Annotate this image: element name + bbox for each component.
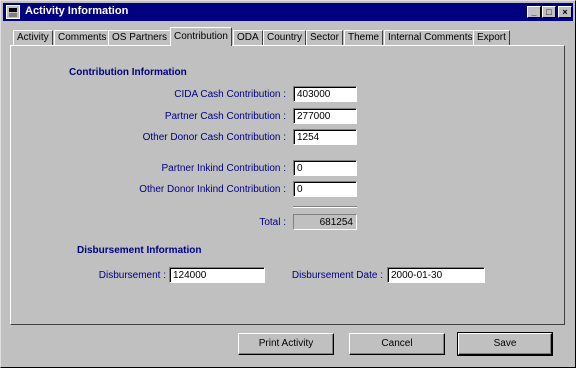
tab-oda[interactable]: ODA [233,30,263,45]
partner-cash-label: Partner Cash Contribution : [164,111,286,122]
tab-os-partners[interactable]: OS Partners [108,30,172,45]
window-title: Activity Information [25,5,129,17]
tab-internal-comments[interactable]: Internal Comments [384,30,477,45]
disbursement-section-title: Disbursement Information [77,245,202,256]
print-activity-button[interactable]: Print Activity [238,333,334,355]
total-label: Total : [259,217,286,228]
disbursement-date-input[interactable]: 2000-01-30 [387,267,485,283]
title-bar[interactable]: Activity Information _ □ × [3,3,573,21]
total-value: 681254 [293,214,357,230]
other-donor-inkind-input[interactable]: 0 [293,181,357,197]
save-button[interactable]: Save [457,332,553,356]
tab-activity[interactable]: Activity [13,30,53,45]
tab-theme[interactable]: Theme [344,30,384,45]
partner-inkind-label: Partner Inkind Contribution : [161,163,286,174]
tab-country[interactable]: Country [263,30,307,45]
cancel-button[interactable]: Cancel [349,333,445,355]
contribution-panel: Contribution Information CIDA Cash Contr… [10,45,565,325]
activity-information-window: Activity Information _ □ × Activity Comm… [0,0,576,368]
contribution-section-title: Contribution Information [69,67,187,78]
partner-inkind-input[interactable]: 0 [293,160,357,176]
other-donor-cash-label: Other Donor Cash Contribution : [142,132,286,143]
cida-cash-label: CIDA Cash Contribution : [174,89,286,100]
disbursement-date-label: Disbursement Date : [291,270,383,281]
cida-cash-input[interactable]: 403000 [293,86,357,102]
other-donor-inkind-label: Other Donor Inkind Contribution : [139,184,286,195]
tab-contribution[interactable]: Contribution [170,27,232,46]
tab-export[interactable]: Export [473,30,510,45]
minimize-button[interactable]: _ [527,6,541,18]
partner-cash-input[interactable]: 277000 [293,108,357,124]
maximize-button[interactable]: □ [542,6,556,18]
close-button[interactable]: × [558,6,572,18]
tab-sector[interactable]: Sector [306,30,343,45]
app-icon[interactable] [6,5,20,19]
tab-comments[interactable]: Comments [54,30,111,45]
other-donor-cash-input[interactable]: 1254 [293,129,357,145]
total-separator [293,206,357,208]
